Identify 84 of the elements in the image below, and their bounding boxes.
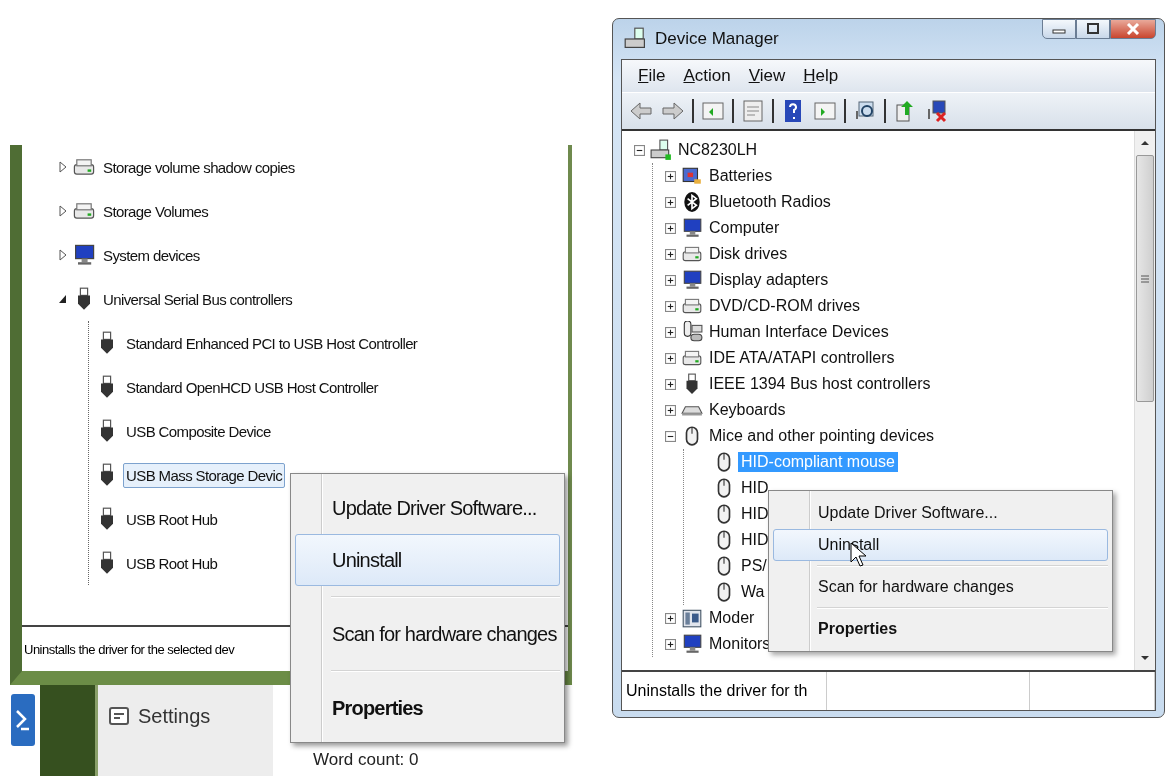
tree-item[interactable]: PS/ — [738, 556, 770, 576]
menu-item[interactable]: Properties — [773, 613, 1108, 645]
phone-icon — [681, 607, 703, 629]
tree-item[interactable]: Batteries — [706, 166, 776, 186]
tree-item[interactable]: IEEE 1394 Bus host controllers — [706, 374, 934, 394]
tree-item[interactable]: USB Composite Device — [123, 418, 274, 444]
word-count: Word count: 0 — [313, 750, 419, 771]
tree-item[interactable]: Bluetooth Radios — [706, 192, 834, 212]
bluetooth-icon — [681, 191, 703, 213]
monitor-icon — [681, 633, 703, 655]
tree-item[interactable]: Keyboards — [706, 400, 789, 420]
expand-arrow-icon[interactable] — [58, 205, 68, 217]
expand-icon[interactable] — [665, 222, 676, 234]
menu-item[interactable]: Update Driver Software... — [295, 482, 560, 534]
tree-item[interactable]: Wa — [738, 582, 768, 602]
back-icon[interactable] — [628, 99, 654, 123]
collapse-icon[interactable] — [634, 144, 645, 156]
tree-item[interactable]: Storage volume shadow copies — [100, 154, 298, 180]
menu-item[interactable]: Scan for hardware changes — [295, 608, 560, 660]
tree-item[interactable]: USB Mass Storage Devic — [123, 462, 286, 488]
computer-icon — [650, 139, 672, 161]
terminal-icon[interactable] — [10, 693, 36, 747]
tree-item[interactable]: Standard Enhanced PCI to USB Host Controller — [123, 330, 421, 356]
maximize-icon — [1085, 23, 1101, 35]
expand-arrow-icon[interactable] — [58, 249, 68, 261]
menu-item[interactable]: Update Driver Software... — [773, 497, 1108, 529]
monitor-icon — [681, 269, 703, 291]
expand-icon[interactable] — [665, 170, 676, 182]
monitor-icon — [681, 217, 703, 239]
expand-arrow-icon[interactable] — [58, 161, 68, 173]
status-text: Uninstalls the driver for the selected dev — [24, 641, 235, 657]
tree-item[interactable]: System devices — [100, 242, 203, 268]
expand-icon[interactable] — [665, 326, 676, 338]
tree-item[interactable]: Computer — [706, 218, 783, 238]
tree-item[interactable]: Standard OpenHCD USB Host Controller — [123, 374, 381, 400]
menu-item[interactable]: Uninstall — [295, 534, 560, 586]
close-icon — [1125, 23, 1141, 35]
scrollbar[interactable] — [1134, 131, 1155, 670]
expand-icon[interactable] — [665, 300, 676, 312]
sidebar-item[interactable]: Settings — [138, 705, 211, 728]
tree-item[interactable]: USB Root Hub — [123, 550, 221, 576]
tree-item[interactable]: Universal Serial Bus controllers — [100, 286, 296, 312]
tree-item[interactable]: USB Root Hub — [123, 506, 221, 532]
menu-item[interactable]: Scan for hardware changes — [773, 571, 1108, 603]
menu-item[interactable]: File — [632, 64, 672, 88]
tree-item[interactable]: Mice and other pointing devices — [706, 426, 938, 446]
scroll-thumb[interactable] — [1136, 155, 1154, 402]
collapse-arrow-icon[interactable] — [58, 293, 68, 305]
expand-icon[interactable] — [665, 196, 676, 208]
tree-item[interactable]: NC8230LH — [675, 140, 761, 160]
panel-icon[interactable] — [812, 99, 838, 123]
expand-icon[interactable] — [665, 352, 676, 364]
menu-item[interactable]: View — [742, 64, 792, 88]
forward-icon[interactable] — [660, 99, 686, 123]
expand-icon[interactable] — [665, 378, 676, 390]
expand-icon[interactable] — [665, 404, 676, 416]
tree-item[interactable]: HID — [738, 530, 772, 550]
menu-item[interactable]: Action — [677, 64, 737, 88]
menu-item[interactable]: Properties — [295, 682, 560, 734]
tree-item[interactable]: IDE ATA/ATAPI controllers — [706, 348, 898, 368]
window-title: Device Manager — [655, 29, 780, 49]
battery-icon — [681, 165, 703, 187]
tree-item[interactable]: Disk drives — [706, 244, 791, 264]
menu-item[interactable]: Uninstall — [773, 529, 1108, 561]
panel-icon[interactable] — [700, 99, 726, 123]
tree-item[interactable]: Moder — [706, 608, 758, 628]
tree-item[interactable]: DVD/CD-ROM drives — [706, 296, 864, 316]
expand-icon[interactable] — [665, 248, 676, 260]
tree-item[interactable]: Display adapters — [706, 270, 832, 290]
maximize-button[interactable] — [1076, 19, 1110, 39]
tree-item[interactable]: HID — [738, 504, 772, 524]
tree-item[interactable]: Human Interface Devices — [706, 322, 892, 342]
expand-icon[interactable] — [665, 274, 676, 286]
device-icon — [681, 321, 703, 343]
tree-item[interactable]: Storage Volumes — [100, 198, 212, 224]
menu-item[interactable]: Help — [797, 64, 845, 88]
expand-icon[interactable] — [665, 612, 676, 624]
status-text: Uninstalls the driver for th — [626, 682, 808, 700]
close-button[interactable] — [1110, 19, 1156, 39]
expand-icon[interactable] — [665, 638, 676, 650]
minimize-button[interactable] — [1042, 19, 1076, 39]
settings-icon[interactable] — [108, 705, 130, 727]
collapse-icon[interactable] — [665, 430, 676, 442]
tree-item[interactable]: HID — [738, 478, 772, 498]
